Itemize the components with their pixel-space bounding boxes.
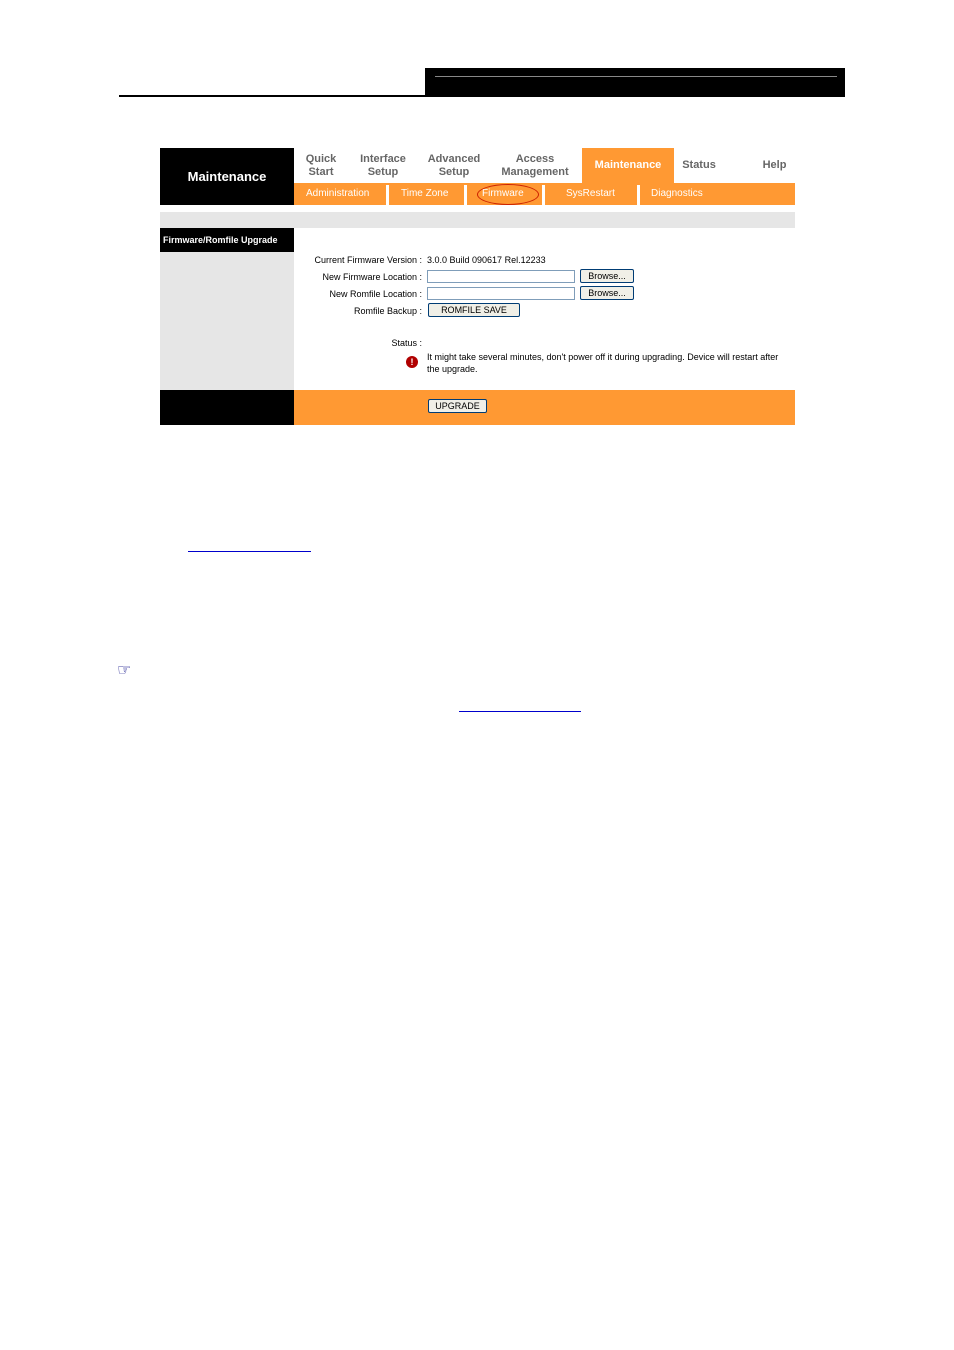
footer-actions: UPGRADE — [294, 390, 795, 425]
subnav-separator — [464, 185, 467, 205]
nav-help[interactable]: Help — [754, 148, 795, 183]
subnav-diagnostics[interactable]: Diagnostics — [651, 183, 703, 205]
section-title: Firmware/Romfile Upgrade — [160, 228, 294, 252]
hyperlink-underline[interactable] — [188, 551, 311, 552]
subnav-administration[interactable]: Administration — [306, 183, 369, 205]
sub-nav: Administration Time Zone Firmware SysRes… — [294, 183, 795, 205]
firmware-upgrade-form: Current Firmware Version : 3.0.0 Build 0… — [294, 228, 795, 390]
browse-romfile-button[interactable]: Browse... — [580, 286, 634, 300]
romfile-save-button[interactable]: ROMFILE SAVE — [428, 303, 520, 317]
nav-advanced-setup[interactable]: Advanced Setup — [418, 148, 490, 183]
subnav-separator — [637, 185, 640, 205]
pointing-hand-icon: ☞ — [117, 662, 132, 679]
highlight-circle — [477, 184, 539, 205]
nav-access-management[interactable]: Access Management — [490, 148, 580, 183]
new-firmware-label: New Firmware Location : — [322, 272, 422, 282]
footer-left — [160, 390, 294, 425]
current-version-value: 3.0.0 Build 090617 Rel.12233 — [427, 255, 546, 265]
subnav-time-zone[interactable]: Time Zone — [401, 183, 448, 205]
hyperlink-underline[interactable] — [459, 711, 581, 712]
upgrade-button[interactable]: UPGRADE — [428, 399, 487, 413]
current-version-label: Current Firmware Version : — [314, 255, 422, 265]
romfile-backup-label: Romfile Backup : — [353, 306, 422, 316]
subnav-separator — [386, 185, 389, 205]
spacer-strip — [160, 212, 795, 228]
browse-firmware-button[interactable]: Browse... — [580, 269, 634, 283]
subnav-sysrestart[interactable]: SysRestart — [566, 183, 615, 205]
new-romfile-location-input[interactable] — [427, 287, 575, 300]
status-label: Status : — [391, 338, 422, 348]
nav-quick-start[interactable]: Quick Start — [294, 148, 348, 183]
brand-section-title: Maintenance — [160, 148, 294, 205]
subnav-separator — [542, 185, 545, 205]
document-header-bar — [425, 68, 845, 97]
router-admin-ui: Maintenance Quick Start Interface Setup Ad… — [160, 148, 795, 425]
top-nav: Quick Start Interface Setup Advanced Setup … — [294, 148, 795, 183]
nav-maintenance[interactable]: Maintenance — [582, 148, 674, 183]
upgrade-warning-text: It might take several minutes, don't pow… — [427, 352, 779, 374]
new-romfile-label: New Romfile Location : — [329, 289, 422, 299]
new-firmware-location-input[interactable] — [427, 270, 575, 283]
nav-status[interactable]: Status — [674, 148, 724, 183]
nav-interface-setup[interactable]: Interface Setup — [348, 148, 418, 183]
exclamation-icon: ! — [406, 356, 418, 368]
